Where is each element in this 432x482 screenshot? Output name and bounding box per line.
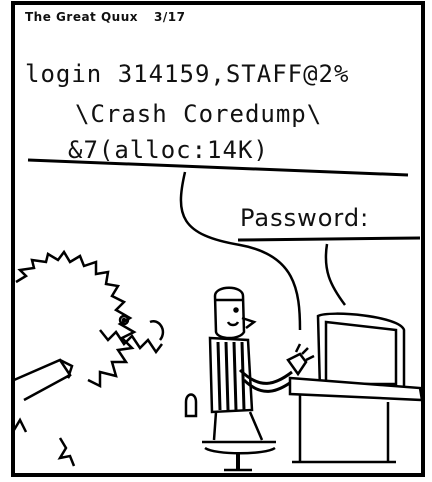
author-signature: The Great Quux	[25, 10, 138, 24]
speech-tail-password	[324, 243, 347, 306]
crash-line: \Crash Coredump\	[75, 100, 323, 128]
comic-panel: The Great Quux 3/17 login 314159,STAFF@2%…	[0, 0, 432, 482]
comic-caption: The Great Quux 3/17	[25, 10, 185, 24]
hairy-monster	[12, 249, 165, 467]
password-prompt: Password:	[240, 204, 370, 232]
login-line: login 314159,STAFF@2%	[25, 60, 350, 88]
comic-date: 3/17	[154, 10, 186, 24]
computer-terminal	[288, 312, 424, 464]
alloc-line: &7(alloc:14K)	[68, 136, 269, 164]
password-underline	[237, 236, 421, 242]
